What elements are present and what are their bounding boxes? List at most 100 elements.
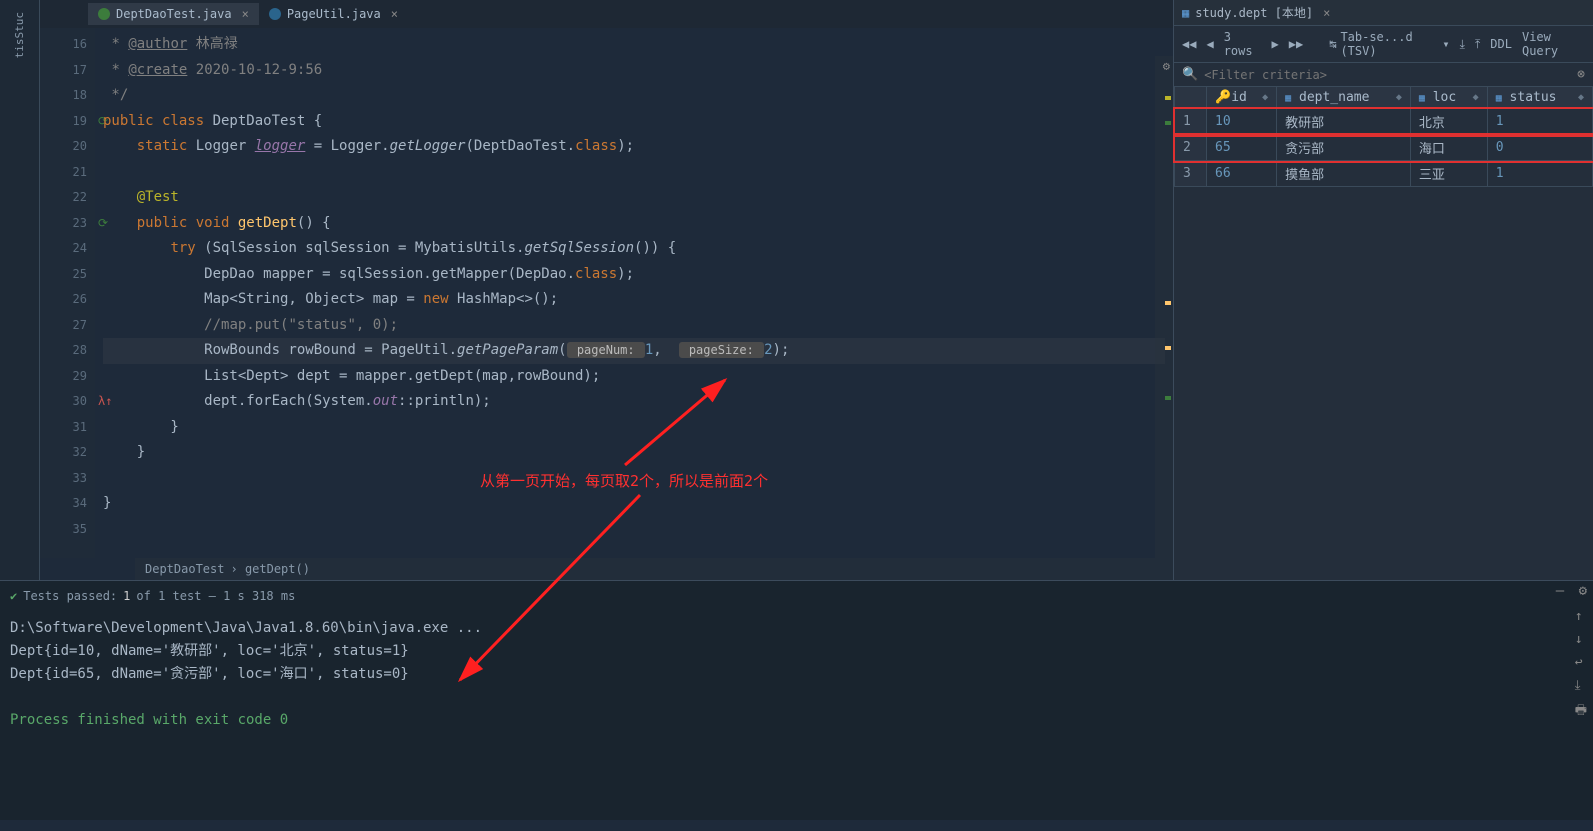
line-number: 17 <box>40 58 87 84</box>
prev-page-icon[interactable]: ◀◀ <box>1182 37 1196 51</box>
ddl-button[interactable]: DDL <box>1490 37 1512 51</box>
arrow-to-console <box>420 490 680 700</box>
main-area: tisStuc DeptDaoTest.java × PageUtil.java… <box>0 0 1593 580</box>
db-toolbar: ◀◀ ◀ 3 rows ▶ ▶▶ ↹ Tab-se...d (TSV) ▾ ⤓ … <box>1174 25 1593 63</box>
line-number: 27 <box>40 313 87 339</box>
cell-status[interactable]: 1 <box>1487 109 1592 135</box>
test-status: ✔ Tests passed: 1 of 1 test – 1 s 318 ms <box>10 585 1583 607</box>
table-row[interactable]: 366摸鱼部三亚1 <box>1175 161 1593 187</box>
col-id[interactable]: 🔑id◆ <box>1207 87 1277 109</box>
table-row[interactable]: 265贪污部海口0 <box>1175 135 1593 161</box>
tab-deptdaotest[interactable]: DeptDaoTest.java × <box>88 3 259 25</box>
console-line: Dept{id=10, dName='教研部', loc='北京', statu… <box>10 640 1583 663</box>
sort-icon[interactable]: ◆ <box>1473 92 1479 103</box>
cell-deptname[interactable]: 教研部 <box>1277 109 1411 135</box>
line-number: 29 <box>40 364 87 390</box>
line-number: 26 <box>40 287 87 313</box>
column-icon: ▦ <box>1285 93 1291 104</box>
col-deptname[interactable]: ▦ dept_name◆ <box>1277 87 1411 109</box>
table-row[interactable]: 110教研部北京1 <box>1175 109 1593 135</box>
close-icon[interactable]: × <box>391 7 398 21</box>
console-output[interactable]: D:\Software\Development\Java\Java1.8.60\… <box>10 617 1583 732</box>
database-panel: ▦ study.dept [本地] × ◀◀ ◀ 3 rows ▶ ▶▶ ↹ T… <box>1173 0 1593 580</box>
sort-icon[interactable]: ◆ <box>1578 92 1584 103</box>
tab-pageutil[interactable]: PageUtil.java × <box>259 3 408 25</box>
cell-deptname[interactable]: 摸鱼部 <box>1277 161 1411 187</box>
hide-icon[interactable]: — <box>1556 583 1564 599</box>
line-number: 24 <box>40 236 87 262</box>
tab-format-dropdown[interactable]: ↹ Tab-se...d (TSV) ▾ <box>1329 30 1449 58</box>
scroll-up-icon[interactable]: ↑ <box>1575 609 1587 624</box>
row-number: 3 <box>1175 161 1207 187</box>
row-number: 2 <box>1175 135 1207 161</box>
prev-icon[interactable]: ◀ <box>1206 37 1213 51</box>
row-number: 1 <box>1175 109 1207 135</box>
line-number: 21 <box>40 160 87 186</box>
line-number: 18 <box>40 83 87 109</box>
db-tab-title: study.dept [本地] <box>1195 4 1313 21</box>
line-number: 30 λ↑ <box>40 389 87 415</box>
search-icon: 🔍 <box>1182 67 1198 82</box>
line-number: 22 <box>40 185 87 211</box>
breadcrumb-class[interactable]: DeptDaoTest <box>145 562 224 576</box>
db-tbody: 110教研部北京1265贪污部海口0366摸鱼部三亚1 <box>1175 109 1593 187</box>
editor-tabs: DeptDaoTest.java × PageUtil.java × <box>40 0 1173 28</box>
gear-icon[interactable]: ⚙ <box>1163 59 1170 73</box>
sort-icon[interactable]: ◆ <box>1396 92 1402 103</box>
filter-input[interactable] <box>1204 68 1571 82</box>
java-class-icon <box>98 8 110 20</box>
cell-status[interactable]: 0 <box>1487 135 1592 161</box>
test-detail: of 1 test – 1 s 318 ms <box>136 589 295 603</box>
import-icon[interactable]: ⤒ <box>1475 37 1480 52</box>
column-icon: ▦ <box>1419 93 1425 104</box>
test-status-label: Tests passed: <box>23 589 117 603</box>
minimap[interactable]: ⚙ <box>1155 56 1173 558</box>
cell-deptname[interactable]: 贪污部 <box>1277 135 1411 161</box>
line-gutter: 16171819 ⟳20212223 ⟳24252627282930 λ↑313… <box>40 28 95 558</box>
line-number: 35 <box>40 517 87 543</box>
column-icon: ▦ <box>1496 93 1502 104</box>
clear-filter-icon[interactable]: ⊗ <box>1577 67 1585 82</box>
check-icon: ✔ <box>10 589 17 603</box>
run-panel: — ⚙ ↑ ↓ ↩ ⤓ 🖶 ✔ Tests passed: 1 of 1 tes… <box>0 580 1593 820</box>
cell-id[interactable]: 66 <box>1207 161 1277 187</box>
next-icon[interactable]: ▶ <box>1272 37 1279 51</box>
soft-wrap-icon[interactable]: ↩ <box>1575 655 1587 670</box>
col-status[interactable]: ▦ status◆ <box>1487 87 1592 109</box>
cell-id[interactable]: 65 <box>1207 135 1277 161</box>
line-number: 20 <box>40 134 87 160</box>
cell-loc[interactable]: 北京 <box>1410 109 1487 135</box>
table-icon: ▦ <box>1182 6 1189 20</box>
db-table[interactable]: 🔑id◆ ▦ dept_name◆ ▦ loc◆ ▦ status◆ 110教研… <box>1174 86 1593 187</box>
gear-icon[interactable]: ⚙ <box>1579 583 1587 599</box>
close-icon[interactable]: × <box>242 7 249 21</box>
arrow-to-code <box>605 370 755 470</box>
console-line: Dept{id=65, dName='贪污部', loc='海口', statu… <box>10 663 1583 686</box>
line-number: 34 <box>40 491 87 517</box>
cell-loc[interactable]: 三亚 <box>1410 161 1487 187</box>
line-number: 16 <box>40 32 87 58</box>
side-tab-structure[interactable]: tisStuc <box>13 8 26 62</box>
print-icon[interactable]: 🖶 <box>1575 701 1587 723</box>
col-loc[interactable]: ▦ loc◆ <box>1410 87 1487 109</box>
console-line: D:\Software\Development\Java\Java1.8.60\… <box>10 617 1583 640</box>
next-page-icon[interactable]: ▶▶ <box>1289 37 1303 51</box>
scroll-down-icon[interactable]: ↓ <box>1575 632 1587 647</box>
close-icon[interactable]: × <box>1323 6 1330 20</box>
view-query-button[interactable]: View Query <box>1522 30 1585 58</box>
line-number: 28 <box>40 338 87 364</box>
filter-row: 🔍 ⊗ <box>1174 63 1593 86</box>
db-row-count: 3 rows <box>1224 30 1262 58</box>
annotation-text: 从第一页开始，每页取2个，所以是前面2个 <box>480 470 768 491</box>
export-icon[interactable]: ⤓ <box>1460 37 1465 52</box>
cell-loc[interactable]: 海口 <box>1410 135 1487 161</box>
cell-status[interactable]: 1 <box>1487 161 1592 187</box>
java-class-icon <box>269 8 281 20</box>
console-exit-line: Process finished with exit code 0 <box>10 709 1583 732</box>
line-number: 31 <box>40 415 87 441</box>
sort-icon[interactable]: ◆ <box>1262 92 1268 103</box>
cell-id[interactable]: 10 <box>1207 109 1277 135</box>
db-tab[interactable]: ▦ study.dept [本地] × <box>1174 0 1593 25</box>
breadcrumb-method[interactable]: getDept() <box>245 562 310 576</box>
scroll-end-icon[interactable]: ⤓ <box>1575 678 1587 693</box>
